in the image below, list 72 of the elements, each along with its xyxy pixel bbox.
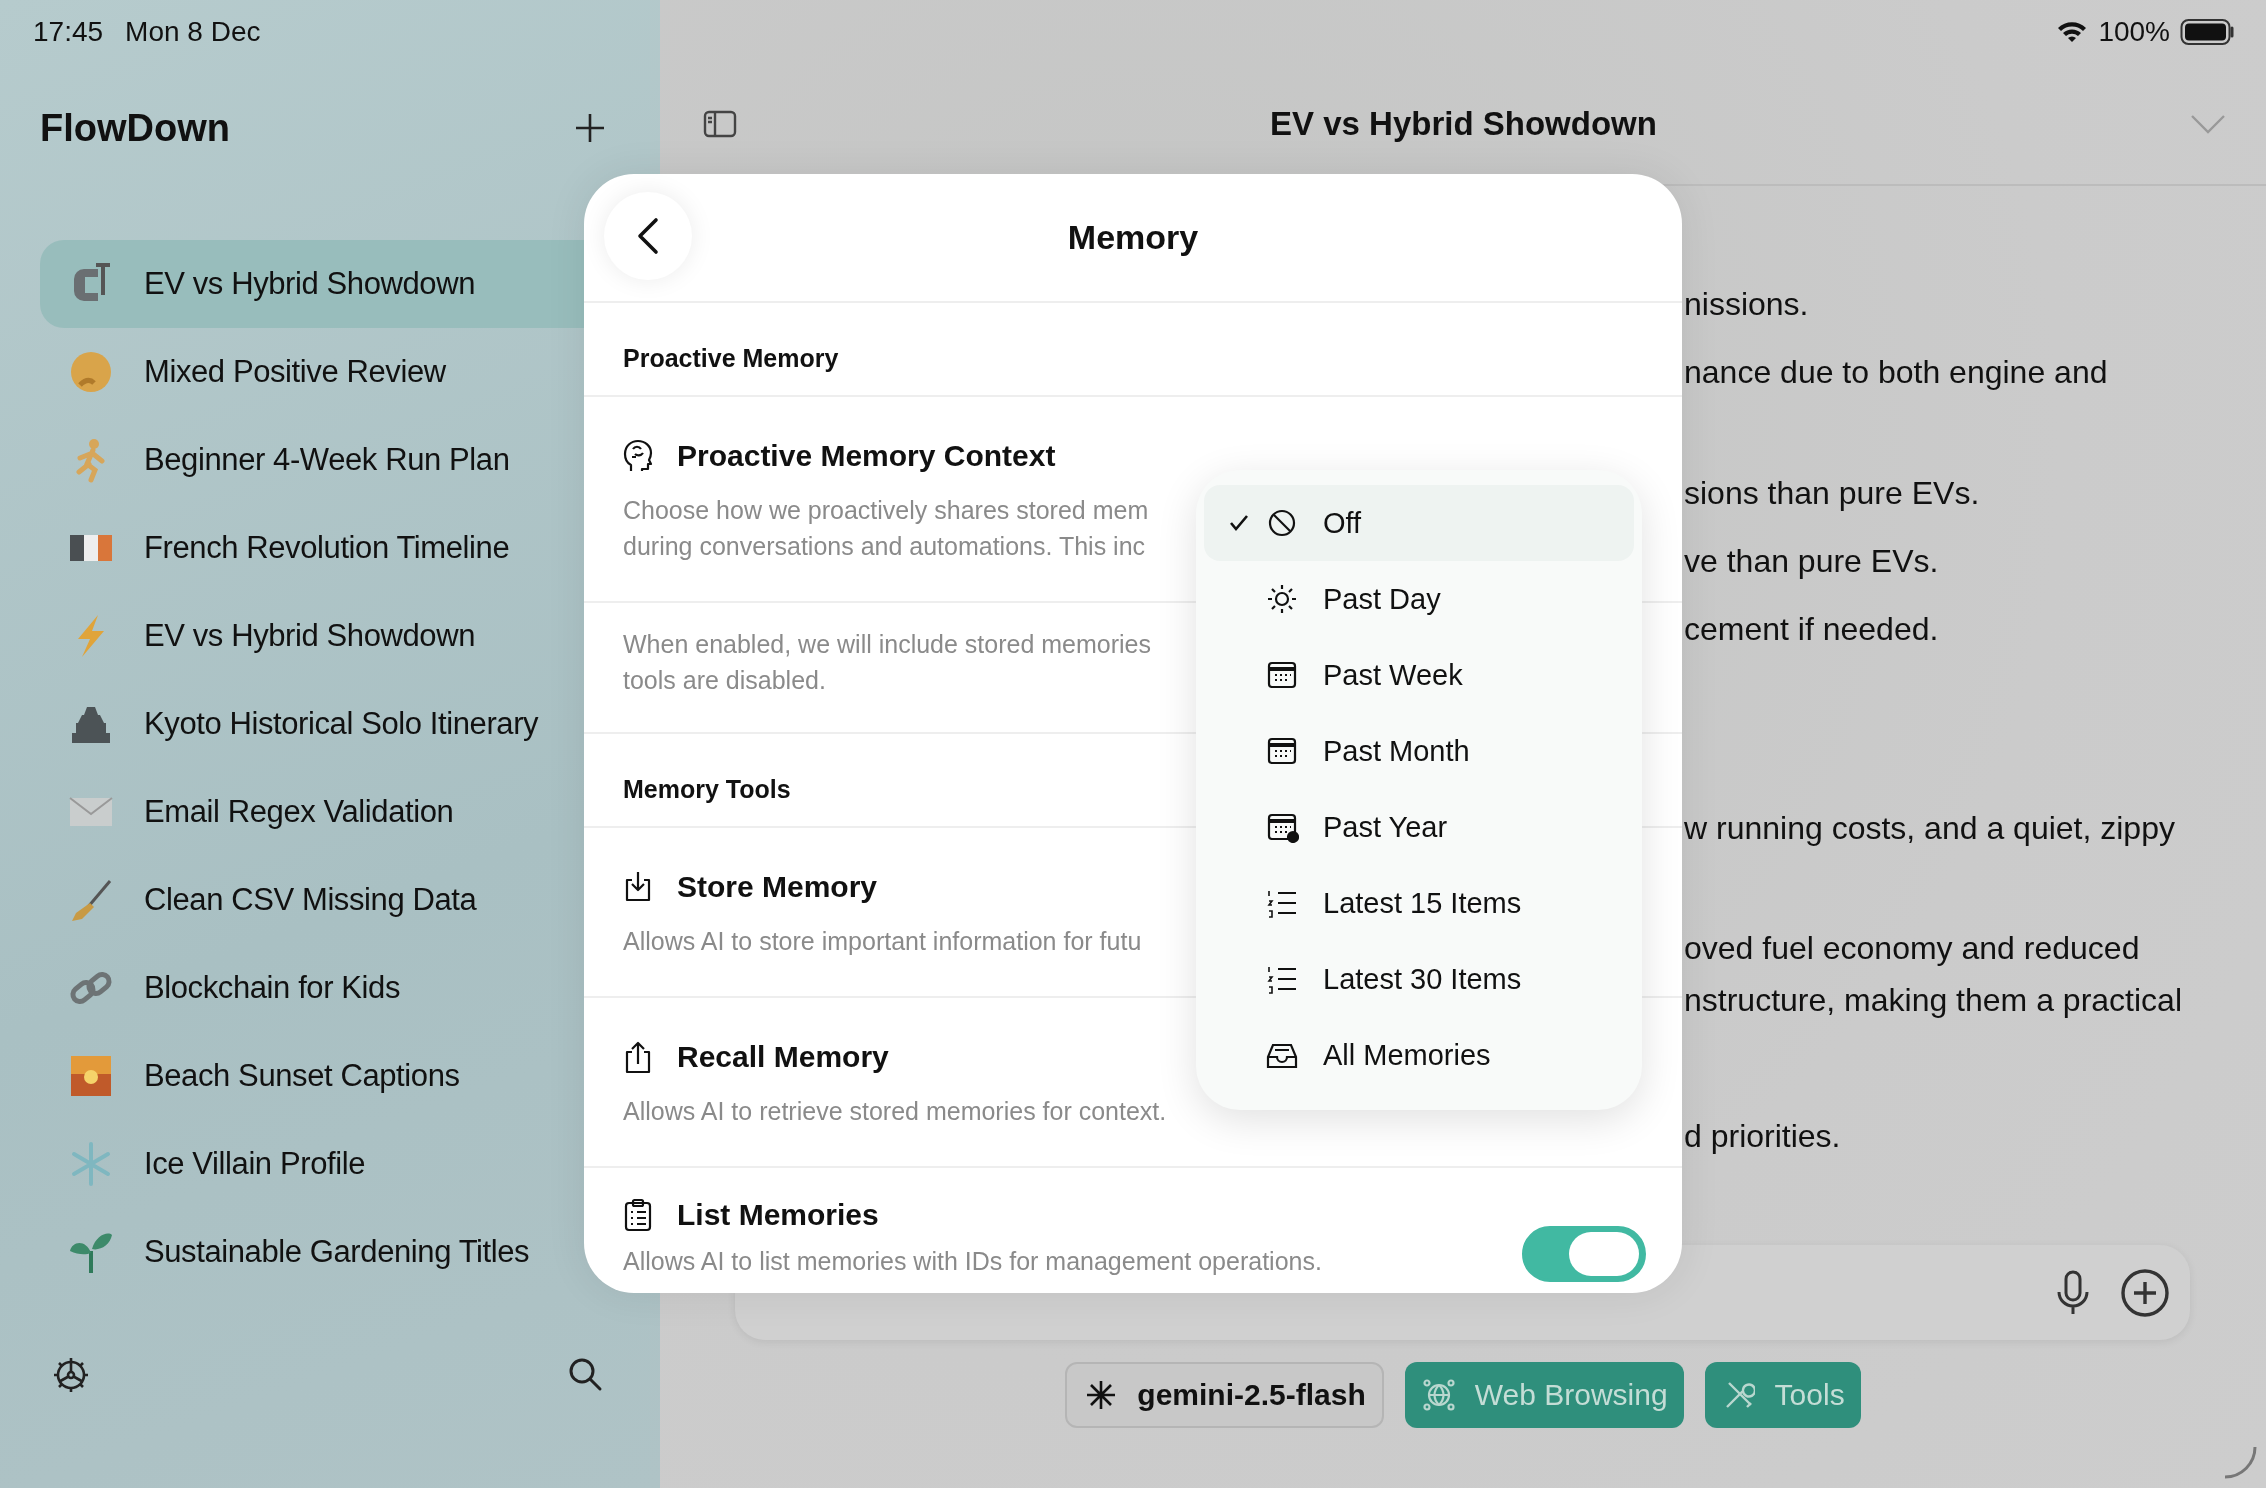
calendar-icon bbox=[1265, 735, 1299, 767]
setting-description: When enabled, we will include stored memories bbox=[623, 629, 1152, 659]
battery-percent: 100% bbox=[2098, 16, 2170, 48]
toggle-switch[interactable] bbox=[1522, 1226, 1646, 1282]
setting-description: Choose how we proactively shares stored mem bbox=[623, 495, 1149, 525]
setting-description: Allows AI to retrieve stored memories for context. bbox=[623, 1096, 1167, 1126]
battery-icon bbox=[2180, 18, 2236, 46]
globe-icon bbox=[1422, 1379, 1455, 1411]
download-icon bbox=[623, 870, 653, 904]
conversation-item[interactable]: French Revolution Timeline bbox=[40, 504, 584, 592]
menu-item[interactable]: Past Week bbox=[1204, 637, 1634, 713]
conversation-item[interactable]: Beginner 4-Week Run Plan bbox=[40, 416, 584, 504]
calendar-clock-icon bbox=[1265, 811, 1299, 843]
resize-handle-icon bbox=[2222, 1444, 2258, 1480]
conversation-item[interactable]: Sustainable Gardening Titles bbox=[40, 1208, 584, 1296]
menu-item[interactable]: Latest 15 Items bbox=[1204, 865, 1634, 941]
setting-title: Store Memory bbox=[677, 870, 878, 904]
sunset-icon bbox=[68, 1053, 114, 1099]
menu-item[interactable]: Off bbox=[1204, 485, 1634, 561]
conversation-item[interactable]: Mixed Positive Review bbox=[40, 328, 584, 416]
wifi-icon bbox=[2056, 20, 2089, 44]
search-icon[interactable] bbox=[567, 1356, 603, 1392]
conversation-item[interactable]: Clean CSV Missing Data bbox=[40, 856, 584, 944]
message-text: nance due to both engine and bbox=[1684, 353, 2109, 392]
setting-description: Allows AI to store important information for futu bbox=[623, 926, 1142, 956]
message-text: d priorities. bbox=[1684, 1117, 1842, 1156]
conversation-item[interactable]: Blockchain for Kids bbox=[40, 944, 584, 1032]
section-heading: Proactive Memory bbox=[623, 343, 839, 373]
share-icon bbox=[623, 1040, 653, 1074]
message-text: w running costs, and a quiet, zippy bbox=[1684, 809, 2176, 848]
status-time: 17:45 bbox=[33, 16, 104, 48]
conversation-item[interactable]: EV vs Hybrid Showdown bbox=[40, 592, 584, 680]
chevron-left-icon bbox=[636, 216, 660, 256]
model-chip[interactable]: gemini-2.5-flash bbox=[1065, 1362, 1384, 1428]
sidebar-toggle-icon[interactable] bbox=[703, 110, 737, 138]
message-text: cement if needed. bbox=[1684, 610, 1940, 649]
menu-item[interactable]: Past Month bbox=[1204, 713, 1634, 789]
message-text: nstructure, making them a practical bbox=[1684, 981, 2183, 1020]
menu-item[interactable]: All Memories bbox=[1204, 1017, 1634, 1093]
chat-title: EV vs Hybrid Showdown bbox=[1270, 105, 1657, 143]
setting-title: Proactive Memory Context bbox=[677, 439, 1056, 473]
sun-icon bbox=[1265, 583, 1299, 615]
setting-title: List Memories bbox=[677, 1198, 879, 1232]
setting-description: Allows AI to list memories with IDs for management operations. bbox=[623, 1246, 1322, 1276]
setting-title: Recall Memory bbox=[677, 1040, 889, 1074]
message-text: ve than pure EVs. bbox=[1684, 542, 1940, 581]
section-heading: Memory Tools bbox=[623, 774, 791, 804]
clipboard-icon bbox=[623, 1198, 653, 1232]
conversation-item[interactable]: Ice Villain Profile bbox=[40, 1120, 584, 1208]
checkmark-icon bbox=[1229, 514, 1249, 532]
conversation-item[interactable]: Kyoto Historical Solo Itinerary bbox=[40, 680, 584, 768]
new-chat-icon[interactable] bbox=[575, 113, 605, 143]
menu-item[interactable]: Latest 30 Items bbox=[1204, 941, 1634, 1017]
conversation-item[interactable]: Beach Sunset Captions bbox=[40, 1032, 584, 1120]
status-date: Mon 8 Dec bbox=[125, 16, 261, 48]
conversation-item[interactable]: EV vs Hybrid Showdown bbox=[40, 240, 584, 328]
message-text: nissions. bbox=[1684, 285, 1810, 324]
message-text: oved fuel economy and reduced bbox=[1684, 929, 2141, 968]
conversation-item[interactable]: Email Regex Validation bbox=[40, 768, 584, 856]
settings-icon[interactable] bbox=[52, 1356, 90, 1394]
calendar-icon bbox=[1265, 659, 1299, 691]
app-title: FlowDown bbox=[40, 106, 230, 150]
setting-description: during conversations and automations. This inc bbox=[623, 531, 1146, 561]
message-text: sions than pure EVs. bbox=[1684, 474, 1981, 513]
dialog-title: Memory bbox=[1067, 218, 1199, 257]
microphone-icon[interactable] bbox=[2056, 1269, 2090, 1316]
add-icon[interactable] bbox=[2120, 1267, 2170, 1318]
sparkle-icon bbox=[1085, 1379, 1118, 1411]
menu-item[interactable]: Past Day bbox=[1204, 561, 1634, 637]
setting-description: tools are disabled. bbox=[623, 665, 826, 695]
emoji-circle-icon bbox=[68, 349, 114, 395]
menu-item[interactable]: Past Year bbox=[1204, 789, 1634, 865]
